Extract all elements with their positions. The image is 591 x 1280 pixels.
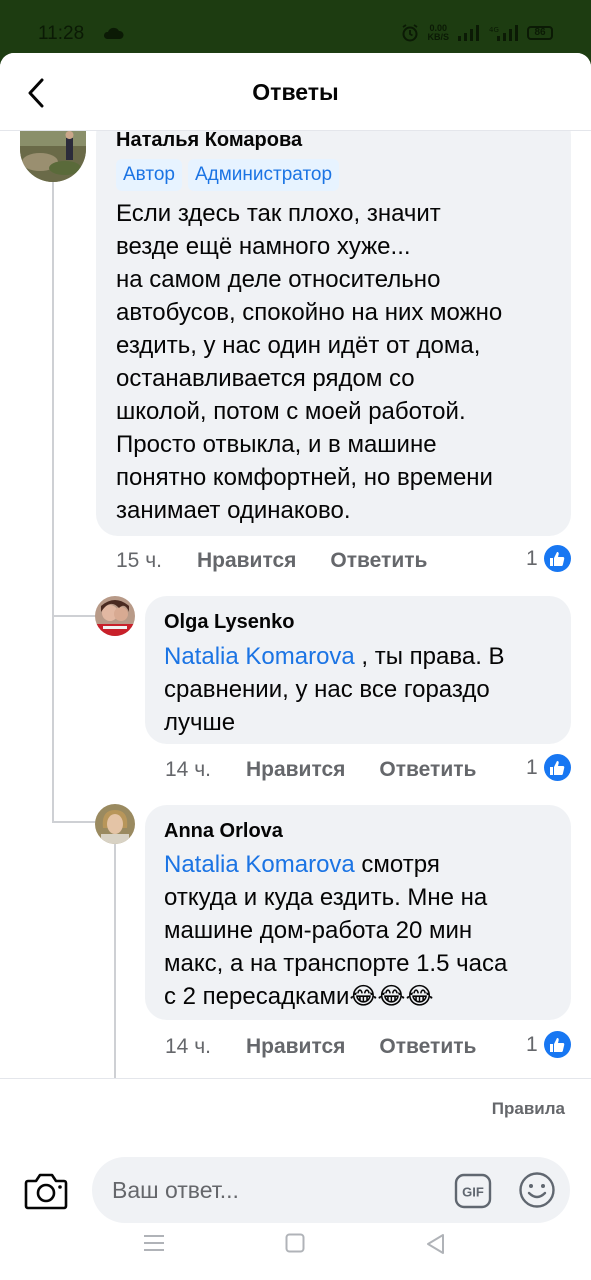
replies-sheet: Ответы Наталья Комарова Автор Администрат… [0,53,591,1280]
thumbs-up-icon [543,545,571,572]
reply-button[interactable]: Ответить [379,758,476,782]
comment-time[interactable]: 15 ч. [116,549,162,573]
camera-icon [24,1173,68,1210]
svg-text:4G: 4G [489,26,499,34]
back-nav-button[interactable] [425,1233,445,1260]
header: Ответы [0,53,591,131]
reply-button[interactable]: Ответить [379,1035,476,1059]
comment-time[interactable]: 14 ч. [165,1035,211,1059]
comment-text: Если здесь так плохо, значит везде ещё н… [116,200,503,524]
reply-placeholder: Ваш ответ... [112,1177,239,1203]
comment-actions: 14 ч. Нравится Ответить [165,1035,476,1059]
square-icon [285,1233,305,1253]
comment-text: Natalia Komarova смотря откуда и куда ез… [164,851,508,1010]
page-title: Ответы [252,79,339,105]
smiley-icon [519,1172,555,1208]
avatar[interactable] [95,804,135,844]
comment-author[interactable]: Anna Orlova [164,820,283,843]
system-nav-bar [0,1215,591,1280]
thumbs-up-icon [543,1031,571,1058]
comment-actions: 14 ч. Нравится Ответить [165,758,476,782]
comment-author[interactable]: Наталья Комарова [116,129,302,152]
reaction-count[interactable]: 1 [526,1031,571,1058]
rules-link[interactable]: Правила [492,1099,565,1119]
badge-row: Автор Администратор [116,159,345,191]
avatar[interactable] [95,596,135,636]
signal-4g-icon: 4G [489,25,518,41]
alarm-icon [402,24,418,42]
laughing-emoji: 😂😂😂 [349,983,434,1010]
avatar[interactable] [20,126,86,182]
like-button[interactable]: Нравится [246,1035,345,1059]
thread-branch [52,615,96,617]
comment-bubble[interactable]: Olga Lysenko Natalia Komarova , ты права… [145,596,571,744]
signal-icon [458,25,479,41]
comment-bubble[interactable]: Наталья Комарова Автор Администратор Если… [96,113,571,536]
status-time: 11:28 [38,23,85,44]
comment-text: Natalia Komarova , ты права. В сравнении… [164,643,505,736]
admin-badge: Администратор [187,159,340,191]
reaction-count[interactable]: 1 [526,754,571,781]
gif-icon: GIF [454,1173,492,1209]
reaction-count[interactable]: 1 [526,545,571,572]
thread-line [114,843,116,1080]
comment-actions: 15 ч. Нравится Ответить [116,549,427,573]
gif-label: GIF [462,1185,484,1200]
emoji-button[interactable] [518,1171,556,1214]
like-button[interactable]: Нравится [197,549,296,573]
home-button[interactable] [285,1233,305,1258]
status-icons: 0.00 KB/S 4G 86 [401,24,553,42]
comment-bubble[interactable]: Anna Orlova Natalia Komarova смотря отку… [145,805,571,1020]
net-speed: 0.00 KB/S [427,23,449,42]
reply-button[interactable]: Ответить [330,549,427,573]
thumbs-up-icon [543,754,571,781]
author-badge: Автор [116,159,182,191]
menu-button[interactable] [143,1233,165,1258]
thread-line [52,179,54,823]
comment-time[interactable]: 14 ч. [165,758,211,782]
camera-button[interactable] [24,1172,68,1215]
comment-author[interactable]: Olga Lysenko [164,611,294,634]
cloud-icon [103,27,124,39]
like-button[interactable]: Нравится [246,758,345,782]
status-bar: 11:28 0.00 KB/S 4G 86 [0,0,591,52]
gif-button[interactable]: GIF [454,1173,492,1214]
reply-input[interactable]: Ваш ответ... GIF [92,1157,570,1223]
mention-link[interactable]: Natalia Komarova [164,643,355,670]
menu-icon [144,1235,164,1251]
battery-indicator: 86 [527,26,553,40]
triangle-back-icon [427,1234,444,1254]
mention-link[interactable]: Natalia Komarova [164,851,355,878]
thread-branch [52,821,96,823]
